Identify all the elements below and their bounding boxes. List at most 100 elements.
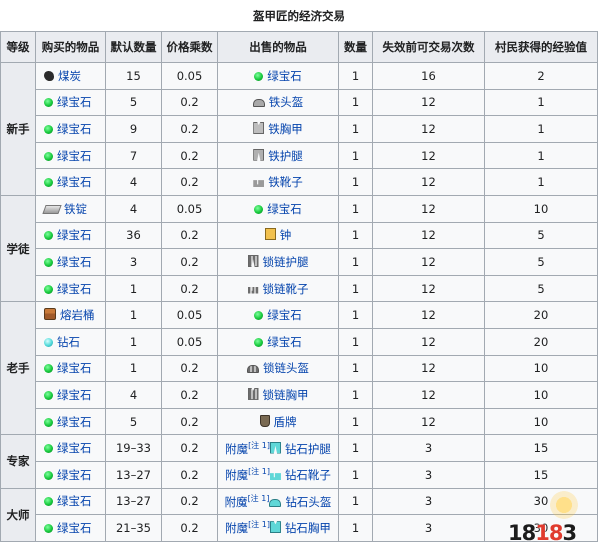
default-quantity: 5 [105, 88, 162, 117]
sell-item-link[interactable]: 钻石护腿 [285, 442, 331, 456]
sell-item-link[interactable]: 铁胸甲 [268, 122, 303, 136]
emerald-icon [44, 470, 53, 480]
bell-icon [264, 228, 276, 241]
villager-xp: 5 [484, 248, 598, 276]
enchant-link[interactable]: 附魔 [225, 521, 248, 535]
sell-item-link[interactable]: 绿宝石 [267, 335, 302, 349]
buy-item-link[interactable]: 绿宝石 [57, 149, 92, 163]
price-multiplier: 0.2 [161, 168, 218, 196]
diamond-helmet-icon [269, 498, 282, 507]
emerald-icon [44, 124, 53, 134]
watermark-sun-icon [550, 491, 578, 519]
chain-leggings-icon [247, 254, 259, 267]
sell-item-cell: 附魔[注 1] 钻石靴子 [217, 460, 339, 489]
buy-item-cell: 绿宝石 [35, 168, 106, 196]
sell-item-link[interactable]: 钻石头盔 [285, 495, 331, 509]
table-row: 新手 煤炭 15 0.05 绿宝石 1 16 2 [0, 62, 598, 196]
sell-item-link[interactable]: 铁靴子 [268, 175, 303, 189]
villager-xp: 1 [484, 115, 598, 143]
footnote-link[interactable]: [注 1] [248, 520, 270, 529]
enchant-link[interactable]: 附魔 [225, 495, 248, 509]
table-row: 绿宝石 7 0.2 铁护腿 1 12 1 [1, 141, 598, 170]
buy-item-link[interactable]: 绿宝石 [57, 388, 92, 402]
sell-item-link[interactable]: 绿宝石 [267, 308, 302, 322]
villager-xp: 20 [484, 327, 598, 356]
shield-icon [259, 414, 270, 427]
sell-item-link[interactable]: 钻石胸甲 [285, 521, 331, 535]
sell-item-link[interactable]: 绿宝石 [267, 202, 302, 216]
sell-item-link[interactable]: 钟 [280, 228, 292, 242]
emerald-icon [254, 311, 264, 321]
sell-item-link[interactable]: 锁链靴子 [263, 282, 309, 296]
buy-item-link[interactable]: 绿宝石 [57, 468, 92, 482]
buy-item-link[interactable]: 绿宝石 [57, 95, 92, 109]
villager-xp: 15 [484, 434, 598, 462]
sell-item-link[interactable]: 锁链头盔 [263, 361, 309, 375]
footnote-link[interactable]: [注 1] [248, 494, 270, 503]
max-uses: 12 [372, 221, 485, 250]
buy-item-cell: 绿宝石 [35, 487, 106, 516]
price-multiplier: 0.2 [161, 460, 218, 489]
sell-quantity: 1 [338, 88, 373, 117]
sell-item-link[interactable]: 钻石靴子 [285, 468, 331, 482]
watermark-text: 18183 [508, 521, 577, 545]
sell-item-cell: 附魔[注 1] 钻石头盔 [217, 487, 339, 516]
buy-item-link[interactable]: 煤炭 [58, 69, 81, 83]
price-multiplier: 0.2 [161, 407, 218, 436]
emerald-icon [44, 151, 53, 161]
sell-item-link[interactable]: 绿宝石 [267, 69, 302, 83]
sell-item-link[interactable]: 铁护腿 [268, 149, 303, 163]
column-header: 数量 [338, 31, 373, 63]
sell-item-cell: 锁链头盔 [217, 354, 339, 383]
sell-quantity: 1 [338, 141, 373, 170]
buy-item-link[interactable]: 绿宝石 [57, 415, 92, 429]
price-multiplier: 0.05 [161, 194, 218, 223]
sell-item-cell: 锁链胸甲 [217, 381, 339, 409]
buy-item-link[interactable]: 绿宝石 [57, 255, 92, 269]
iron-helmet-icon [252, 99, 265, 108]
buy-item-link[interactable]: 绿宝石 [57, 282, 92, 296]
buy-item-link[interactable]: 绿宝石 [57, 228, 92, 242]
buy-item-link[interactable]: 绿宝石 [57, 175, 92, 189]
diamond-chestplate-icon [269, 521, 281, 534]
table-row: 学徒 铁锭 4 0.05 绿宝石 1 12 10 [0, 194, 598, 303]
buy-item-link[interactable]: 绿宝石 [57, 122, 92, 136]
buy-item-link[interactable]: 钻石 [57, 335, 80, 349]
buy-item-link[interactable]: 熔岩桶 [60, 308, 95, 322]
sell-item-link[interactable]: 锁链胸甲 [263, 388, 309, 402]
sell-quantity: 1 [338, 221, 373, 250]
enchant-link[interactable]: 附魔 [225, 442, 248, 456]
sell-item-link[interactable]: 铁头盔 [269, 95, 304, 109]
buy-item-link[interactable]: 绿宝石 [57, 361, 92, 375]
villager-xp: 2 [484, 62, 598, 90]
price-multiplier: 0.05 [161, 62, 218, 90]
footnote-link[interactable]: [注 1] [248, 467, 270, 476]
buy-item-cell: 绿宝石 [35, 381, 106, 409]
iron-chestplate-icon [253, 121, 265, 134]
emerald-icon [44, 417, 53, 427]
buy-item-cell: 绿宝石 [35, 248, 106, 276]
buy-item-link[interactable]: 绿宝石 [57, 521, 92, 535]
sell-item-link[interactable]: 盾牌 [274, 415, 297, 429]
column-header: 村民获得的经验值 [484, 31, 598, 63]
sell-item-link[interactable]: 锁链护腿 [263, 255, 309, 269]
default-quantity: 1 [105, 354, 162, 383]
column-header: 出售的物品 [217, 31, 339, 63]
buy-item-link[interactable]: 铁锭 [64, 202, 87, 216]
villager-xp: 15 [484, 460, 598, 489]
enchant-link[interactable]: 附魔 [225, 468, 248, 482]
buy-item-link[interactable]: 绿宝石 [57, 441, 92, 455]
buy-item-link[interactable]: 绿宝石 [57, 494, 92, 508]
default-quantity: 4 [105, 381, 162, 409]
sell-item-cell: 钟 [217, 221, 339, 250]
sell-item-cell: 锁链护腿 [217, 248, 339, 276]
column-header: 等级 [0, 31, 36, 63]
sell-quantity: 1 [338, 514, 373, 542]
price-multiplier: 0.2 [161, 141, 218, 170]
chain-helmet-icon [247, 365, 259, 374]
emerald-icon [44, 231, 53, 241]
emerald-icon [254, 337, 264, 347]
default-quantity: 13–27 [105, 460, 162, 489]
price-multiplier: 0.2 [161, 434, 218, 462]
footnote-link[interactable]: [注 1] [248, 441, 270, 450]
